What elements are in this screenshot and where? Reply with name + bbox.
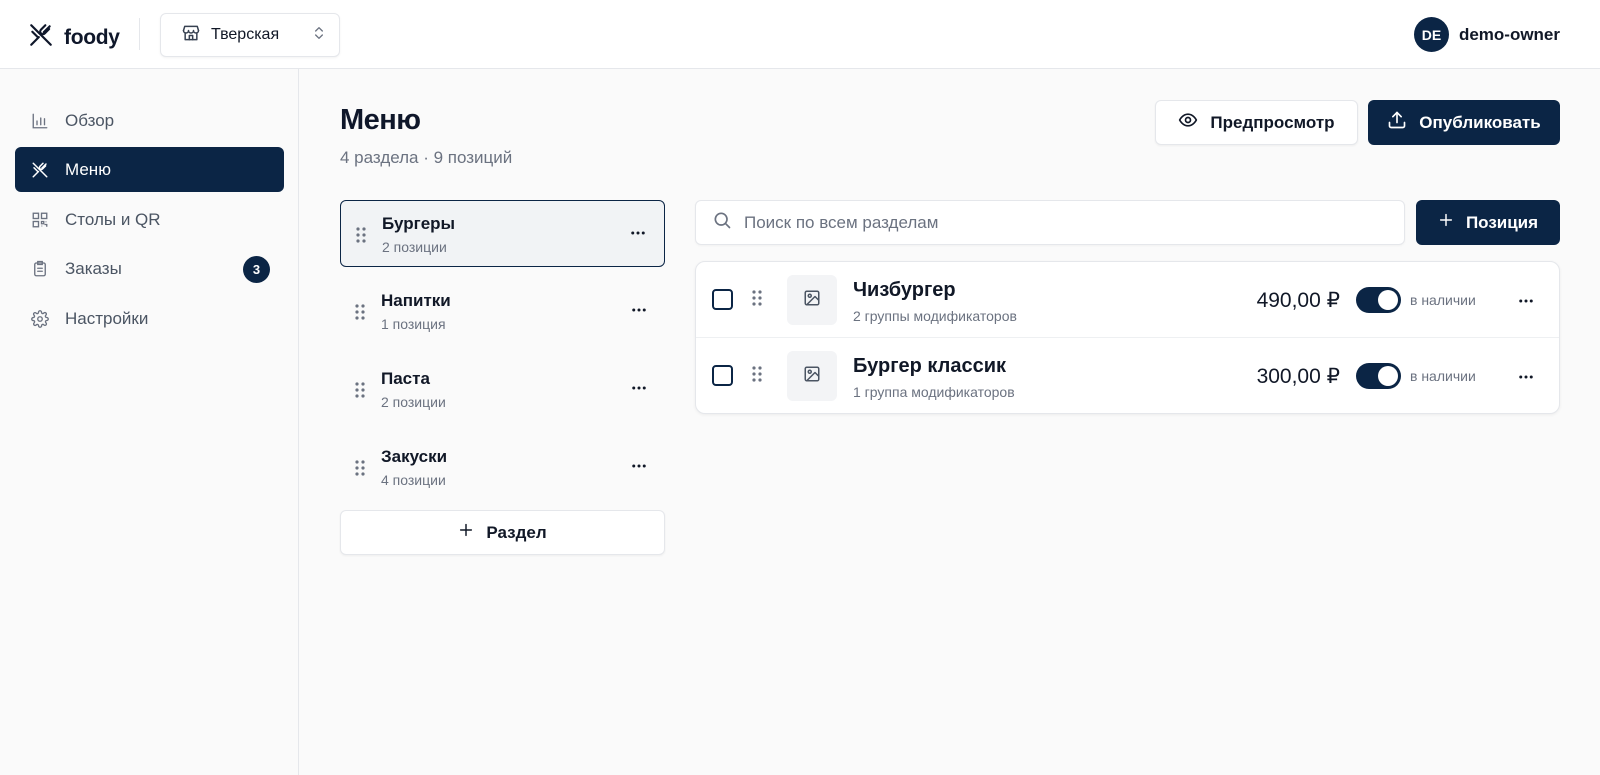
top-bar: foody Тверская DE demo-owner xyxy=(0,0,1600,69)
item-modifiers: 1 группа модификаторов xyxy=(853,384,1015,400)
item-checkbox[interactable] xyxy=(712,365,733,386)
sidebar-item-label: Настройки xyxy=(65,308,149,328)
toggle-knob xyxy=(1378,290,1398,310)
upload-icon xyxy=(1387,110,1407,135)
section-name: Паста xyxy=(381,369,430,388)
drag-handle-icon[interactable] xyxy=(355,304,365,325)
sidebar: Обзор Меню Столы и QR Заказы 3 Настройки xyxy=(0,69,299,775)
item-modifiers: 2 группы модификаторов xyxy=(853,308,1017,324)
avatar: DE xyxy=(1413,17,1449,52)
section-item-pasta[interactable]: Паста 2 позиции xyxy=(340,356,665,423)
items-list: Чизбургер 2 группы модификаторов 490,00 … xyxy=(695,261,1560,414)
clipboard-icon xyxy=(31,260,49,278)
more-options-icon[interactable] xyxy=(1517,292,1535,315)
page-subtitle: 4 раздела · 9 позиций xyxy=(340,148,513,167)
sidebar-item-tables-qr[interactable]: Столы и QR xyxy=(15,197,284,242)
utensils-icon xyxy=(31,161,49,179)
item-price: 300,00 ₽ xyxy=(1256,365,1340,388)
drag-handle-icon[interactable] xyxy=(752,366,762,387)
sidebar-item-label: Меню xyxy=(65,159,111,179)
user-menu[interactable]: DE demo-owner xyxy=(1413,17,1560,52)
drag-handle-icon[interactable] xyxy=(355,460,365,481)
preview-label: Предпросмотр xyxy=(1210,112,1335,132)
store-icon xyxy=(181,23,201,48)
add-item-button[interactable]: Позиция xyxy=(1416,200,1560,245)
sidebar-item-label: Заказы xyxy=(65,258,122,278)
search-box[interactable] xyxy=(695,200,1405,245)
add-item-label: Позиция xyxy=(1465,212,1539,232)
search-input[interactable] xyxy=(744,212,1384,233)
page-title: Меню xyxy=(340,104,421,136)
item-name: Чизбургер xyxy=(853,279,956,301)
item-price: 490,00 ₽ xyxy=(1256,289,1340,312)
image-placeholder-icon xyxy=(803,365,821,388)
eye-icon xyxy=(1178,110,1198,135)
utensils-logo-icon xyxy=(28,22,54,53)
sidebar-item-label: Обзор xyxy=(65,110,115,130)
qr-code-icon xyxy=(31,211,49,229)
header-divider xyxy=(139,18,140,50)
location-label: Тверская xyxy=(211,26,280,43)
chevron-up-down-icon xyxy=(311,25,327,46)
section-name: Закуски xyxy=(381,447,448,466)
more-options-icon[interactable] xyxy=(630,301,648,324)
plus-icon xyxy=(1438,212,1454,233)
orders-count-badge: 3 xyxy=(243,256,270,283)
section-count: 2 позиции xyxy=(381,394,446,410)
add-section-button[interactable]: Раздел xyxy=(340,510,665,555)
availability-toggle[interactable] xyxy=(1356,287,1401,313)
drag-handle-icon[interactable] xyxy=(752,290,762,311)
section-item-burgers[interactable]: Бургеры 2 позиции xyxy=(340,200,665,267)
list-item[interactable]: Бургер классик 1 группа модификаторов 30… xyxy=(696,338,1559,413)
add-section-label: Раздел xyxy=(486,522,547,542)
more-options-icon[interactable] xyxy=(630,457,648,480)
more-options-icon[interactable] xyxy=(630,379,648,402)
availability-label: в наличии xyxy=(1410,292,1476,308)
plus-icon xyxy=(458,522,474,543)
drag-handle-icon[interactable] xyxy=(355,382,365,403)
section-count: 1 позиция xyxy=(381,316,446,332)
section-name: Бургеры xyxy=(382,214,456,233)
publish-button[interactable]: Опубликовать xyxy=(1368,100,1560,145)
sidebar-item-orders[interactable]: Заказы 3 xyxy=(15,246,284,291)
bar-chart-icon xyxy=(31,112,49,130)
drag-handle-icon[interactable] xyxy=(356,227,366,248)
availability-toggle[interactable] xyxy=(1356,363,1401,389)
publish-label: Опубликовать xyxy=(1419,112,1541,132)
availability-label: в наличии xyxy=(1410,368,1476,384)
sidebar-item-menu[interactable]: Меню xyxy=(15,147,284,192)
item-checkbox[interactable] xyxy=(712,289,733,310)
toggle-knob xyxy=(1378,366,1398,386)
item-thumbnail[interactable] xyxy=(787,351,837,401)
more-options-icon[interactable] xyxy=(629,224,647,247)
location-select[interactable]: Тверская xyxy=(160,13,340,57)
sidebar-item-overview[interactable]: Обзор xyxy=(15,98,284,143)
gear-icon xyxy=(31,309,49,328)
list-item[interactable]: Чизбургер 2 группы модификаторов 490,00 … xyxy=(696,262,1559,338)
section-name: Напитки xyxy=(381,291,451,310)
search-icon xyxy=(712,210,732,235)
sidebar-item-settings[interactable]: Настройки xyxy=(15,296,284,341)
item-thumbnail[interactable] xyxy=(787,275,837,325)
section-count: 4 позиции xyxy=(381,472,446,488)
sidebar-item-label: Столы и QR xyxy=(65,209,161,229)
section-count: 2 позиции xyxy=(382,239,447,255)
more-options-icon[interactable] xyxy=(1517,368,1535,391)
app-name: foody xyxy=(64,25,120,49)
preview-button[interactable]: Предпросмотр xyxy=(1155,100,1358,145)
logo[interactable]: foody xyxy=(28,22,120,53)
section-item-snacks[interactable]: Закуски 4 позиции xyxy=(340,434,665,501)
section-item-drinks[interactable]: Напитки 1 позиция xyxy=(340,278,665,345)
username: demo-owner xyxy=(1458,24,1560,44)
item-name: Бургер классик xyxy=(853,355,1007,377)
image-placeholder-icon xyxy=(803,289,821,312)
